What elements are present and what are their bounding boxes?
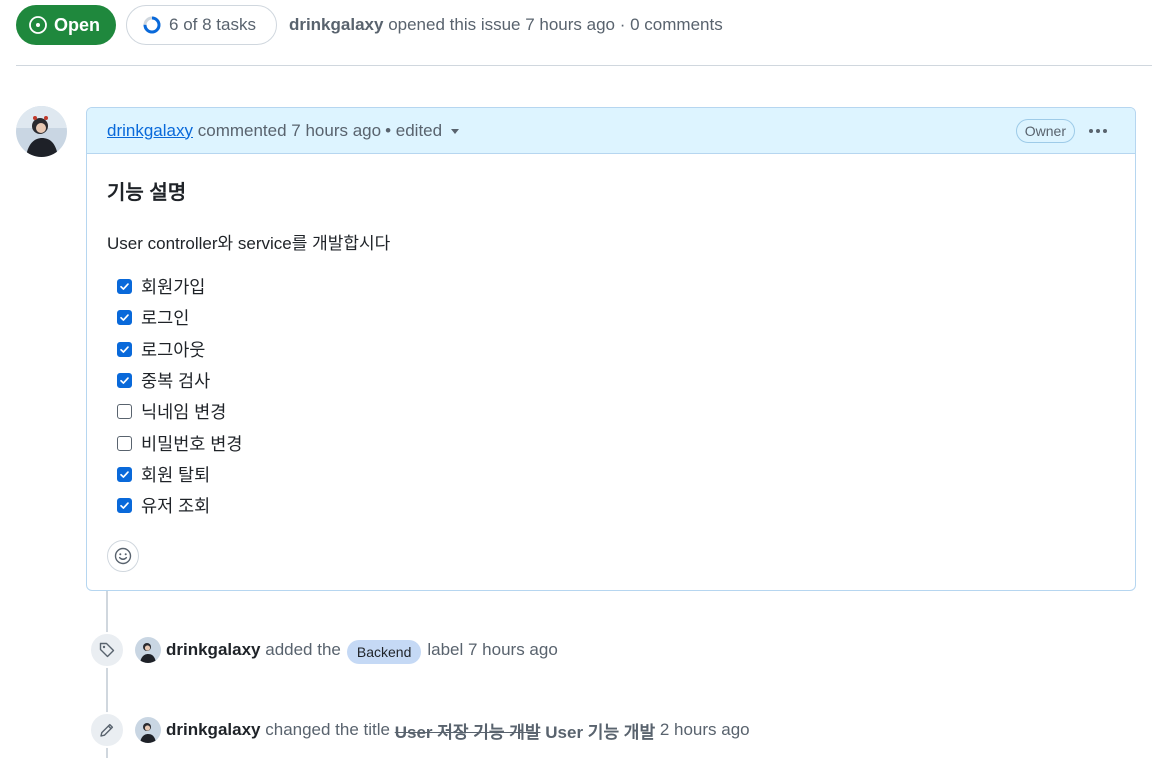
event-text: changed the title xyxy=(265,720,390,739)
tasks-progress-pill[interactable]: 6 of 8 tasks xyxy=(126,5,277,45)
issue-author[interactable]: drinkgalaxy xyxy=(289,15,384,34)
event-author[interactable]: drinkgalaxy xyxy=(166,640,261,660)
task-label: 회원가입 xyxy=(141,277,206,298)
comment-description: User controller와 service를 개발합시다 xyxy=(107,234,391,253)
task-checkbox-checked[interactable] xyxy=(117,373,132,389)
task-label: 유저 조회 xyxy=(141,496,211,517)
issue-header: Open 6 of 8 tasks drinkgalaxy opened thi… xyxy=(16,5,723,45)
avatar[interactable] xyxy=(135,637,161,663)
task-label: 회원 탈퇴 xyxy=(141,464,211,485)
open-status-badge[interactable]: Open xyxy=(16,5,117,45)
task-checkbox-unchecked[interactable] xyxy=(117,404,132,420)
event-text: added the xyxy=(265,640,341,659)
new-title: User 기능 개발 xyxy=(545,722,656,742)
timeline-event-label: drinkgalaxy added the Backend label 7 ho… xyxy=(89,632,558,668)
task-checkbox-checked[interactable] xyxy=(117,466,132,482)
event-text: 2 hours ago xyxy=(659,720,750,739)
comment-author-link[interactable]: drinkgalaxy xyxy=(107,121,193,141)
avatar[interactable] xyxy=(16,106,67,157)
task-item: 로그아웃 xyxy=(107,334,1115,365)
task-item: 로그인 xyxy=(107,302,1115,333)
progress-ring-icon xyxy=(143,16,161,34)
event-text: label 7 hours ago xyxy=(427,640,558,659)
task-checkbox-checked[interactable] xyxy=(117,341,132,357)
comment-body: 기능 설명 User controller와 service를 개발합시다 회원… xyxy=(87,154,1135,573)
task-label: 로그인 xyxy=(141,308,190,329)
task-checkbox-checked[interactable] xyxy=(117,279,132,295)
task-item: 유저 조회 xyxy=(107,490,1115,521)
tasks-progress-label: 6 of 8 tasks xyxy=(169,15,256,34)
timeline-event-title: drinkgalaxy changed the title User 저장 기능… xyxy=(89,712,750,748)
label-backend[interactable]: Backend xyxy=(346,640,422,664)
open-status-label: Open xyxy=(54,14,101,35)
event-author[interactable]: drinkgalaxy xyxy=(166,720,261,740)
tag-icon xyxy=(89,632,125,668)
avatar[interactable] xyxy=(135,717,161,743)
owner-badge: Owner xyxy=(1015,118,1075,143)
pencil-icon xyxy=(89,712,125,748)
task-checkbox-checked[interactable] xyxy=(117,310,132,326)
task-list: 회원가입 로그인 로그아웃 중복 검사 닉네임 변경 비밀번호 변경 회원 탈퇴… xyxy=(107,271,1115,521)
task-label: 비밀번호 변경 xyxy=(141,433,243,454)
task-label: 닉네임 변경 xyxy=(141,402,227,423)
task-item: 닉네임 변경 xyxy=(107,396,1115,427)
task-checkbox-checked[interactable] xyxy=(117,498,132,514)
kebab-menu-icon[interactable] xyxy=(1089,128,1115,133)
smiley-icon xyxy=(114,548,132,565)
comment-action-text: commented 7 hours ago xyxy=(197,120,382,140)
task-item: 중복 검사 xyxy=(107,365,1115,396)
task-label: 로그아웃 xyxy=(141,339,206,360)
task-item: 비밀번호 변경 xyxy=(107,427,1115,458)
issue-opened-icon xyxy=(29,16,47,34)
task-checkbox-unchecked[interactable] xyxy=(117,435,132,451)
add-reaction-button[interactable] xyxy=(107,540,139,573)
task-item: 회원 탈퇴 xyxy=(107,459,1115,490)
comment-heading: 기능 설명 xyxy=(107,182,187,204)
header-divider xyxy=(16,65,1152,66)
edited-label: • edited xyxy=(385,120,443,140)
comment-header: drinkgalaxy commented 7 hours ago • edit… xyxy=(87,108,1135,154)
issue-meta: drinkgalaxy opened this issue 7 hours ag… xyxy=(289,15,723,35)
triangle-down-icon xyxy=(451,129,460,134)
edited-dropdown[interactable]: • edited xyxy=(385,120,460,141)
old-title: User 저장 기능 개발 xyxy=(394,722,541,742)
task-item: 회원가입 xyxy=(107,271,1115,302)
task-label: 중복 검사 xyxy=(141,371,211,392)
issue-comment: drinkgalaxy commented 7 hours ago • edit… xyxy=(86,107,1136,591)
issue-meta-text: opened this issue 7 hours ago · 0 commen… xyxy=(388,15,723,34)
